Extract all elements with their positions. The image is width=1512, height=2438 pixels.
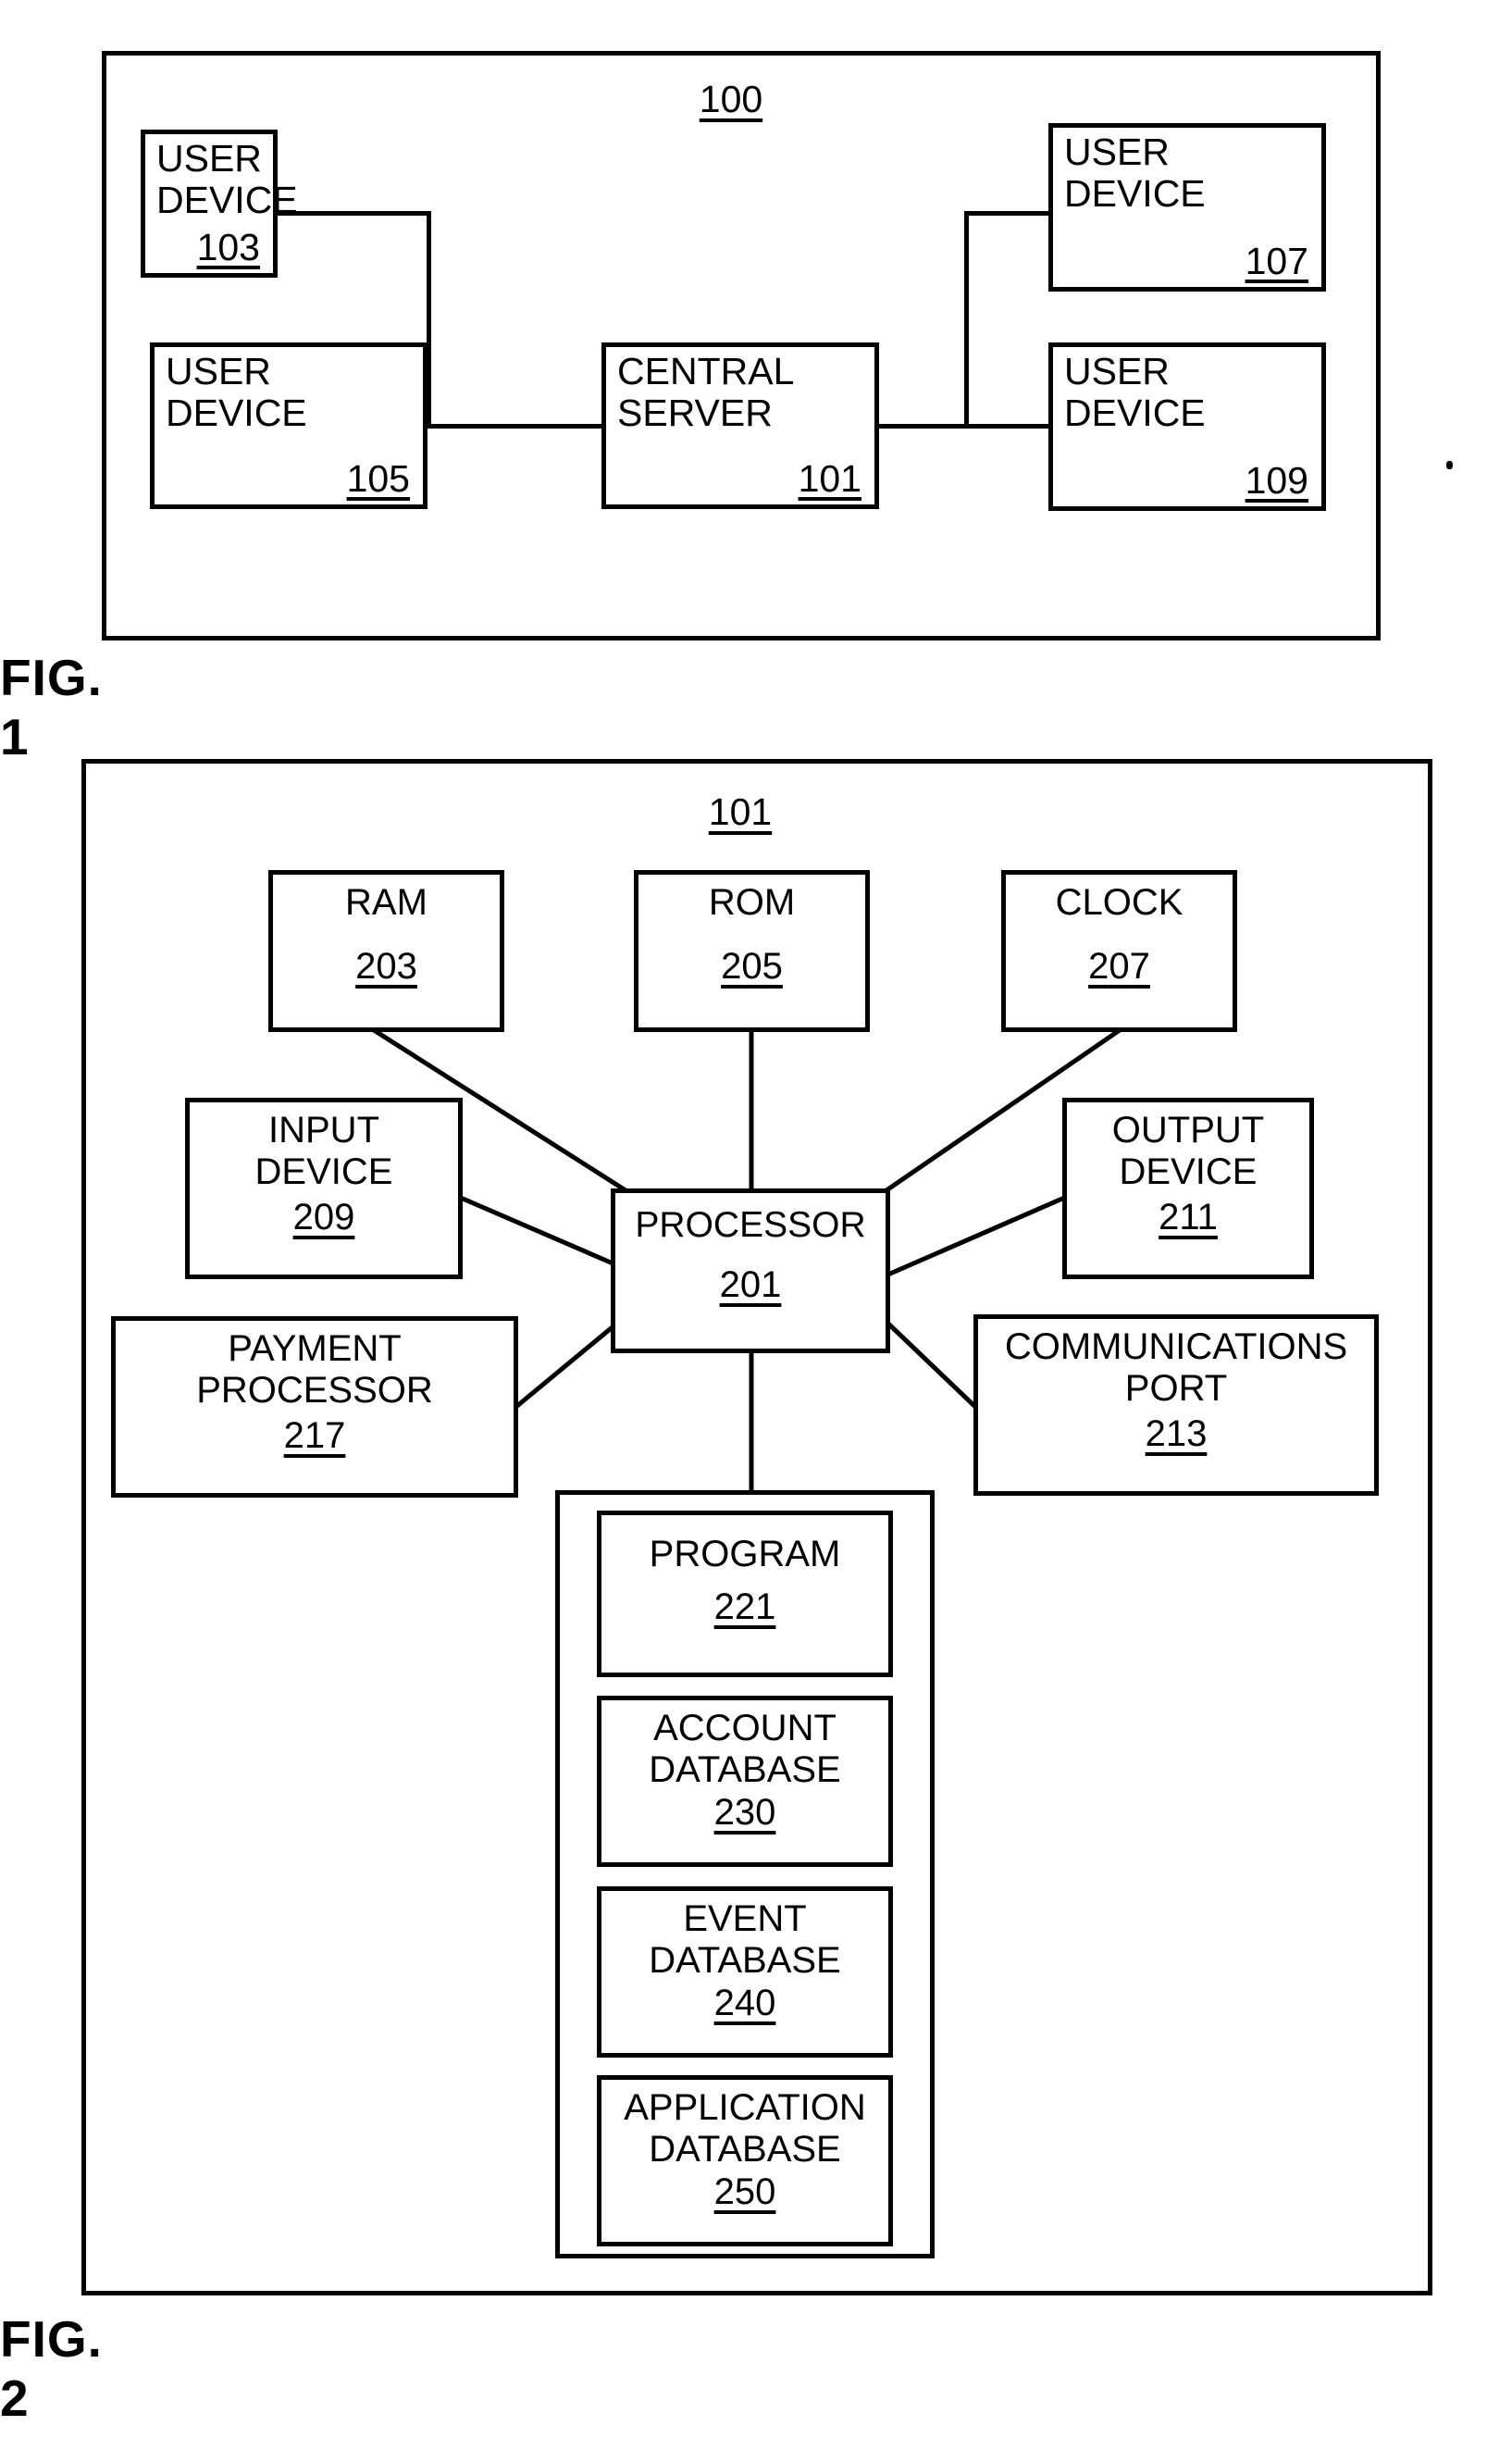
figure1-connector-105-h [427,424,604,429]
node-user-device-109-label: USER DEVICE [1064,350,1206,434]
node-account-database-230[interactable]: ACCOUNT DATABASE 230 [597,1696,893,1867]
node-event-database-240-ref: 240 [601,1984,888,2022]
node-event-database-240-body: EVENT DATABASE 240 [601,1891,888,2053]
node-application-database-250[interactable]: APPLICATION DATABASE 250 [597,2075,893,2246]
node-central-server-101-body: CENTRAL SERVER 101 [606,347,874,504]
node-user-device-105[interactable]: USER DEVICE 105 [150,342,428,509]
node-central-server-101-label: CENTRAL SERVER [617,350,795,434]
node-communications-port-213-label: COMMUNICATIONS PORT [1004,1326,1348,1409]
node-user-device-105-label: USER DEVICE [166,350,307,434]
node-central-server-101-ref: 101 [798,457,861,500]
figure1-system-ref-text: 100 [699,78,763,120]
node-output-device-211-body: OUTPUT DEVICE 211 [1067,1102,1309,1275]
node-payment-processor-217-ref-text: 217 [283,1415,346,1456]
figure1-caption-text: FIG. 1 [0,649,103,765]
node-rom-205-label: ROM [708,882,796,923]
node-clock-207-label: CLOCK [1055,882,1184,923]
node-input-device-209-body: INPUT DEVICE 209 [190,1102,458,1275]
node-application-database-250-ref-text: 250 [713,2171,776,2212]
node-output-device-211-ref-text: 211 [1159,1197,1218,1238]
page-ink-speck [1446,461,1453,469]
node-user-device-105-ref: 105 [346,457,410,500]
node-account-database-230-ref-text: 230 [713,1792,776,1833]
node-communications-port-213-ref-text: 213 [1145,1413,1208,1454]
node-clock-207-ref: 207 [1006,947,1233,986]
node-input-device-209-ref: 209 [190,1198,458,1237]
node-user-device-103-ref: 103 [196,226,260,268]
node-user-device-109[interactable]: USER DEVICE 109 [1048,342,1326,511]
node-ram-203-body: RAM 203 [273,875,500,1027]
node-communications-port-213-body: COMMUNICATIONS PORT 213 [978,1319,1374,1491]
node-processor-201-ref-text: 201 [719,1264,782,1305]
node-rom-205-body: ROM 205 [638,875,865,1027]
node-user-device-103-body: USER DEVICE 103 [145,134,298,273]
node-payment-processor-217-label: PAYMENT PROCESSOR [196,1328,433,1411]
node-input-device-209-label: INPUT DEVICE [254,1110,393,1192]
node-application-database-250-body: APPLICATION DATABASE 250 [601,2080,888,2242]
node-account-database-230-ref: 230 [601,1793,888,1832]
node-account-database-230-label: ACCOUNT DATABASE [649,1708,841,1790]
node-application-database-250-label: APPLICATION DATABASE [624,2087,866,2170]
node-rom-205-ref-text: 205 [721,946,783,987]
node-clock-207[interactable]: CLOCK 207 [1001,870,1237,1032]
figure1-system-ref: 100 [675,79,787,119]
node-communications-port-213-ref: 213 [978,1414,1374,1453]
node-user-device-107-body: USER DEVICE 107 [1053,128,1321,287]
node-output-device-211[interactable]: OUTPUT DEVICE 211 [1062,1098,1314,1279]
node-payment-processor-217[interactable]: PAYMENT PROCESSOR 217 [111,1316,518,1498]
node-program-221-ref-text: 221 [713,1586,776,1627]
node-processor-201-label: PROCESSOR [635,1205,866,1245]
node-event-database-240[interactable]: EVENT DATABASE 240 [597,1886,893,2058]
node-user-device-107[interactable]: USER DEVICE 107 [1048,123,1326,292]
node-program-221[interactable]: PROGRAM 221 [597,1511,893,1677]
node-output-device-211-label: OUTPUT DEVICE [1111,1110,1265,1192]
node-clock-207-ref-text: 207 [1088,946,1150,987]
node-program-221-label: PROGRAM [649,1534,841,1574]
node-communications-port-213[interactable]: COMMUNICATIONS PORT 213 [973,1314,1379,1496]
node-user-device-107-ref: 107 [1245,240,1308,282]
node-user-device-109-body: USER DEVICE 109 [1053,347,1321,506]
node-program-221-body: PROGRAM 221 [601,1515,888,1673]
figure2-system-ref-text: 101 [708,790,773,833]
node-processor-201[interactable]: PROCESSOR 201 [611,1188,890,1353]
figure1-connector-right-v [964,211,969,429]
node-payment-processor-217-ref: 217 [116,1416,514,1455]
node-ram-203-ref: 203 [273,947,500,986]
figure1-connector-107-h [964,211,1053,216]
node-input-device-209[interactable]: INPUT DEVICE 209 [185,1098,463,1279]
figure1-connector-103-h [276,211,431,216]
node-user-device-109-ref: 109 [1245,459,1308,502]
node-program-221-ref: 221 [601,1587,888,1626]
node-rom-205[interactable]: ROM 205 [634,870,870,1032]
node-payment-processor-217-body: PAYMENT PROCESSOR 217 [116,1321,514,1493]
node-user-device-103-label: USER DEVICE [156,137,298,221]
node-event-database-240-ref-text: 240 [713,1983,776,2023]
node-ram-203-label: RAM [345,882,428,923]
node-clock-207-body: CLOCK 207 [1006,875,1233,1027]
node-user-device-107-label: USER DEVICE [1064,131,1206,215]
figure2-system-ref: 101 [685,791,796,832]
node-application-database-250-ref: 250 [601,2172,888,2211]
node-user-device-105-body: USER DEVICE 105 [155,347,423,504]
node-user-device-103[interactable]: USER DEVICE 103 [141,130,298,278]
figure2-caption-text: FIG. 2 [0,2310,103,2427]
node-event-database-240-label: EVENT DATABASE [649,1898,841,1981]
node-input-device-209-ref-text: 209 [292,1197,355,1238]
node-processor-201-ref: 201 [615,1265,886,1304]
node-ram-203[interactable]: RAM 203 [268,870,504,1032]
node-central-server-101[interactable]: CENTRAL SERVER 101 [601,342,879,509]
node-rom-205-ref: 205 [638,947,865,986]
node-ram-203-ref-text: 203 [355,946,417,987]
node-account-database-230-body: ACCOUNT DATABASE 230 [601,1700,888,1862]
node-processor-201-body: PROCESSOR 201 [615,1193,886,1349]
node-output-device-211-ref: 211 [1067,1198,1309,1237]
